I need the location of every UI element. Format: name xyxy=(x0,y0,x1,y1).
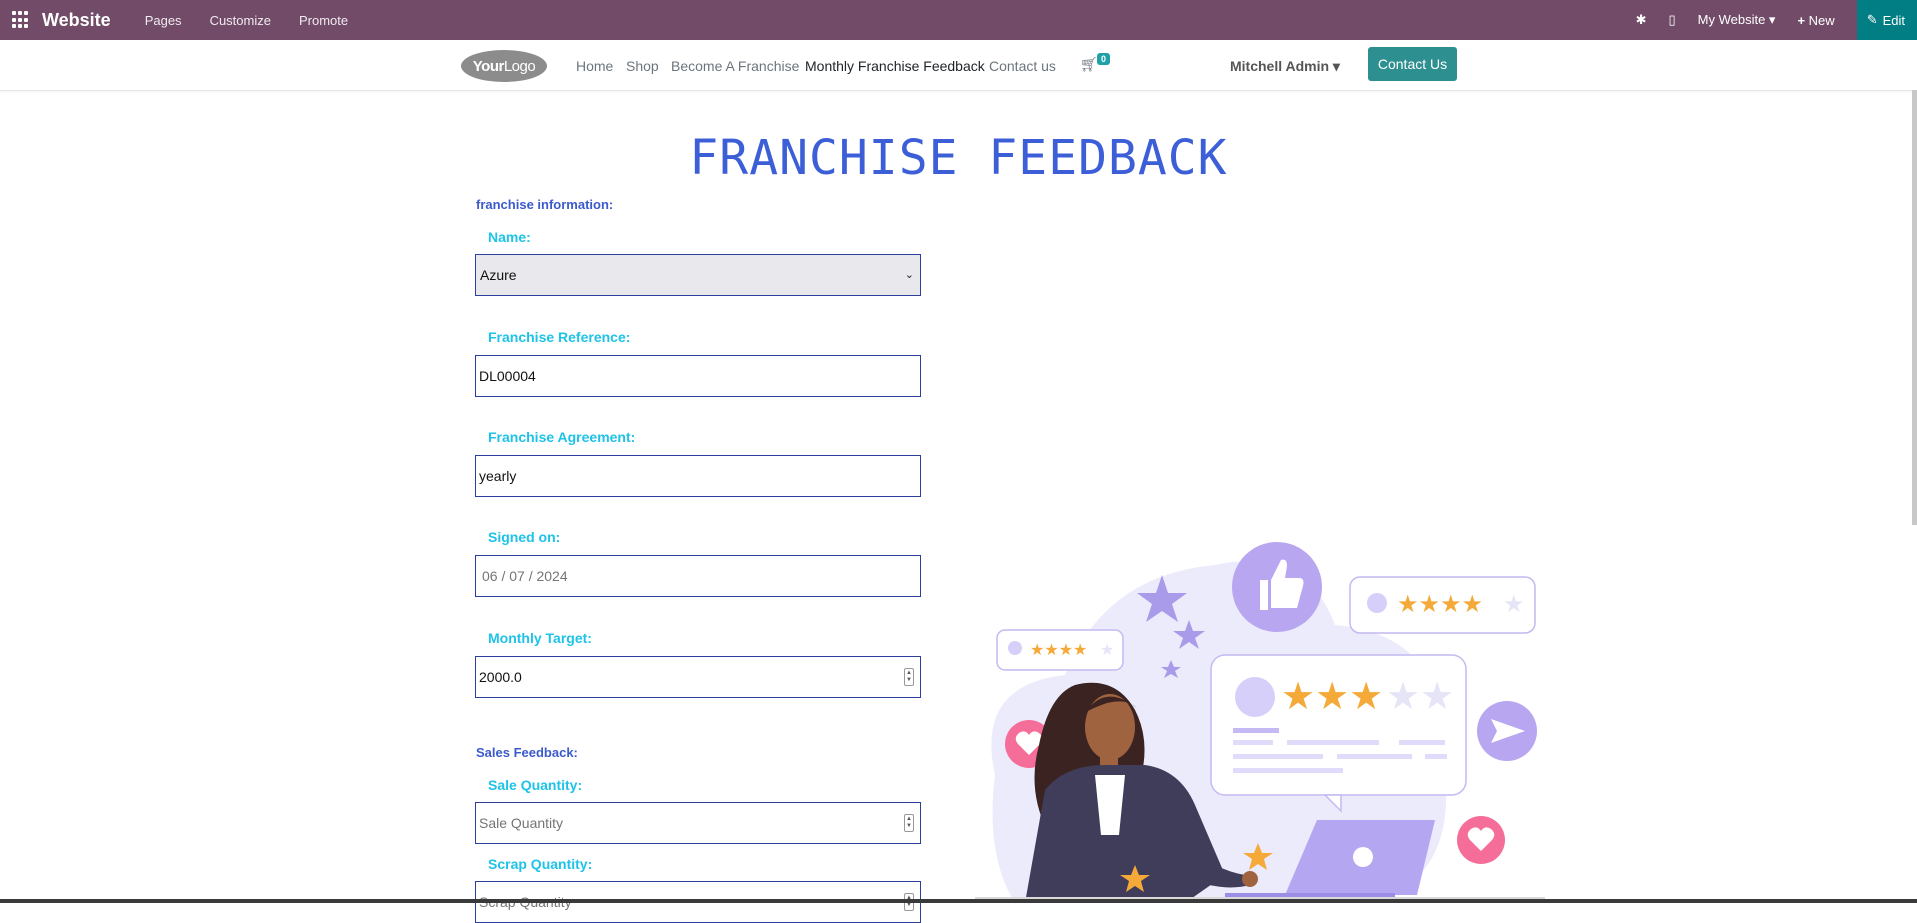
sale-quantity-input[interactable]: Sale Quantity ▲ ▼ xyxy=(475,802,921,844)
scrap-quantity-label: Scrap Quantity: xyxy=(488,856,593,872)
menu-pages[interactable]: Pages xyxy=(145,13,182,28)
menu-promote[interactable]: Promote xyxy=(299,13,348,28)
signed-on-date-input[interactable]: 06 / 07 / 2024 xyxy=(475,555,921,597)
site-logo[interactable]: Your Logo xyxy=(461,50,547,82)
nav-become-franchise[interactable]: Become A Franchise xyxy=(671,58,799,74)
apps-grid-icon[interactable] xyxy=(12,11,30,29)
franchise-reference-input[interactable]: DL00004 xyxy=(475,355,921,397)
name-select[interactable]: Azure ⌄ xyxy=(475,254,921,296)
new-button[interactable]: + New xyxy=(1797,13,1834,28)
feedback-illustration: ★★★★ ★ ★★★★ ★ ★★★ ★★ xyxy=(975,542,1545,903)
monthly-target-label: Monthly Target: xyxy=(488,630,592,646)
number-spinner[interactable]: ▲ ▼ xyxy=(904,668,914,686)
monthly-target-input[interactable]: 2000.0 ▲ ▼ xyxy=(475,656,921,698)
app-title: Website xyxy=(42,9,111,30)
chevron-down-icon: ⌄ xyxy=(904,269,914,281)
nav-monthly-franchise-feedback[interactable]: Monthly Franchise Feedback xyxy=(805,58,985,74)
page-scrollbar[interactable] xyxy=(1912,90,1917,525)
svg-text:★★★★: ★★★★ xyxy=(1397,590,1483,618)
nav-home[interactable]: Home xyxy=(576,58,613,74)
menu-customize[interactable]: Customize xyxy=(210,13,271,28)
svg-text:★★★★: ★★★★ xyxy=(1030,640,1087,659)
signed-on-label: Signed on: xyxy=(488,529,561,545)
franchise-agreement-input[interactable]: yearly xyxy=(475,455,921,497)
svg-text:★: ★ xyxy=(1100,640,1114,659)
pencil-icon: ✎ xyxy=(1866,12,1878,27)
my-website-dropdown[interactable]: My Website ▾ xyxy=(1698,12,1776,28)
cart-icon[interactable]: 🛒︎ xyxy=(1080,56,1098,73)
page-title: FRANCHISE FEEDBACK xyxy=(689,130,1228,186)
contact-us-button[interactable]: Contact Us xyxy=(1368,47,1457,81)
user-menu[interactable]: Mitchell Admin ▾ xyxy=(1230,58,1340,75)
cart-count-badge: 0 xyxy=(1097,53,1111,65)
section-sales-feedback: Sales Feedback: xyxy=(476,745,578,760)
number-spinner[interactable]: ▲ ▼ xyxy=(904,814,914,832)
svg-text:★★: ★★ xyxy=(1386,674,1454,718)
nav-contact-us[interactable]: Contact us xyxy=(989,58,1056,74)
edit-button[interactable]: ✎ Edit xyxy=(1856,0,1917,40)
admin-top-bar: Website Pages Customize Promote ✱ ▯ My W… xyxy=(0,0,1917,40)
franchise-reference-label: Franchise Reference: xyxy=(488,329,631,345)
nav-shop[interactable]: Shop xyxy=(626,58,659,74)
franchise-agreement-label: Franchise Agreement: xyxy=(488,429,636,445)
svg-text:★: ★ xyxy=(1503,590,1525,618)
svg-text:★★★: ★★★ xyxy=(1281,674,1383,718)
section-franchise-info: franchise information: xyxy=(476,197,614,212)
site-header: Your Logo Home Shop Become A Franchise Mo… xyxy=(0,40,1917,91)
bug-icon[interactable]: ✱ xyxy=(1636,12,1647,28)
sale-quantity-label: Sale Quantity: xyxy=(488,777,583,793)
name-label: Name: xyxy=(488,229,531,245)
bottom-edge xyxy=(0,899,1917,903)
mobile-preview-icon[interactable]: ▯ xyxy=(1668,12,1675,28)
